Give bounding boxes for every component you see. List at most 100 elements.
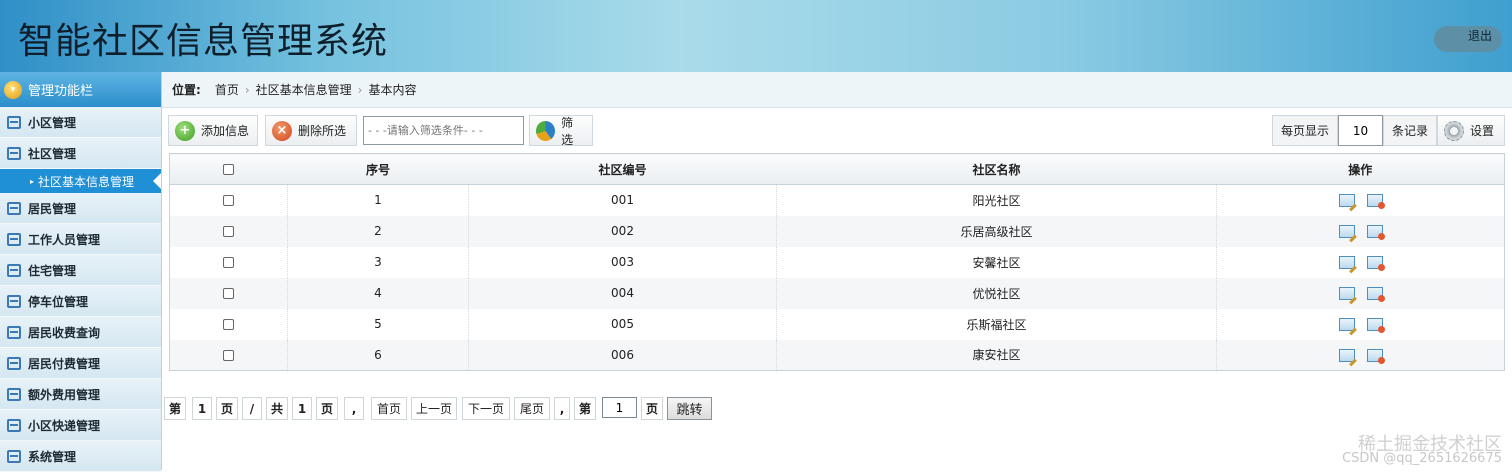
sidebar-item-label: 额外费用管理 [28,386,100,403]
calendar-icon [7,388,21,401]
row-checkbox[interactable] [223,226,234,237]
cell-code: 001 [469,185,777,216]
list-icon [7,116,21,129]
breadcrumb-community[interactable]: 社区基本信息管理 [256,81,352,98]
delete-row-icon[interactable] [1367,318,1383,331]
row-checkbox[interactable] [223,350,234,361]
edit-icon [7,202,21,215]
cell-name: 康安社区 [777,340,1217,371]
jump-button[interactable]: 跳转 [667,397,712,420]
cell-name: 乐斯福社区 [777,309,1217,340]
cell-actions [1217,278,1505,309]
cell-actions [1217,247,1505,278]
edit-icon[interactable] [1339,349,1355,362]
first-page-button[interactable]: 首页 [371,397,407,420]
sidebar-item-label: 社区管理 [28,145,76,162]
col-header-actions: 操作 [1217,154,1505,185]
calendar-icon [7,450,21,463]
filter-button[interactable]: 筛选 [529,115,593,146]
table-row: 2 002 乐居高级社区 [170,216,1505,247]
filter-button-label: 筛选 [561,114,584,148]
edit-icon[interactable] [1339,194,1355,207]
sidebar-item-extra-fee[interactable]: 额外费用管理 [0,379,161,410]
pager-ye: 页 [216,397,238,420]
triangle-right-icon: ▸ [30,177,34,186]
delete-row-icon[interactable] [1367,194,1383,207]
toolbar: + 添加信息 × 删除所选 筛选 每页显示 条记录 设置 [168,115,1506,147]
data-table: 序号 社区编号 社区名称 操作 1 001 阳光社区 2 002 乐居高级社区 … [169,153,1505,371]
edit-icon[interactable] [1339,256,1355,269]
sidebar-item-label: 工作人员管理 [28,231,100,248]
delete-row-icon[interactable] [1367,287,1383,300]
sidebar-item-label: 小区管理 [28,114,76,131]
sidebar-item-parking[interactable]: 停车位管理 [0,286,161,317]
breadcrumb: 位置: 首页 › 社区基本信息管理 › 基本内容 [162,72,1512,108]
col-header-code: 社区编号 [469,154,777,185]
next-page-button[interactable]: 下一页 [462,397,510,420]
delete-icon: × [272,121,292,141]
cell-code: 005 [469,309,777,340]
cell-no: 4 [288,278,469,309]
row-checkbox[interactable] [223,288,234,299]
sidebar-item-payment[interactable]: 居民付费管理 [0,348,161,379]
row-select-cell [170,216,288,247]
sidebar-item-shequ[interactable]: 社区管理 [0,138,161,169]
delete-selected-button[interactable]: × 删除所选 [265,115,357,146]
pager-di: 第 [164,397,186,420]
sidebar-item-xiaoqu[interactable]: 小区管理 [0,107,161,138]
breadcrumb-current: 基本内容 [368,81,416,98]
cell-code: 002 [469,216,777,247]
breadcrumb-home[interactable]: 首页 [215,81,239,98]
delete-row-icon[interactable] [1367,349,1383,362]
cell-actions [1217,185,1505,216]
select-all-checkbox[interactable] [223,164,234,175]
sidebar-header: ▾ 管理功能栏 [0,72,161,107]
sidebar-item-jumin[interactable]: 居民管理 [0,193,161,224]
chevron-right-icon: › [245,83,250,97]
cell-name: 优悦社区 [777,278,1217,309]
row-checkbox[interactable] [223,195,234,206]
row-checkbox[interactable] [223,257,234,268]
edit-icon[interactable] [1339,318,1355,331]
col-header-name: 社区名称 [777,154,1217,185]
sidebar-item-housing[interactable]: 住宅管理 [0,255,161,286]
table-header-row: 序号 社区编号 社区名称 操作 [170,154,1505,185]
row-select-cell [170,309,288,340]
watermark-line2: CSDN @qq_2651626675 [1342,452,1502,466]
edit-icon[interactable] [1339,225,1355,238]
cell-no: 1 [288,185,469,216]
sidebar-item-label: 居民收费查询 [28,324,100,341]
add-button[interactable]: + 添加信息 [168,115,258,146]
comment-icon [7,147,21,160]
delete-row-icon[interactable] [1367,225,1383,238]
row-checkbox[interactable] [223,319,234,330]
edit-icon[interactable] [1339,287,1355,300]
delete-button-label: 删除所选 [298,122,346,139]
sidebar-subitem-shequ-info[interactable]: ▸社区基本信息管理 [0,169,161,193]
goto-page-input[interactable] [602,397,637,418]
logout-button[interactable]: 退出 [1434,26,1502,52]
settings-button[interactable]: 设置 [1437,115,1505,146]
sidebar-item-fee-query[interactable]: 居民收费查询 [0,317,161,348]
calendar-icon [7,233,21,246]
delete-row-icon[interactable] [1367,256,1383,269]
per-page-input[interactable] [1338,115,1383,146]
last-page-button[interactable]: 尾页 [514,397,550,420]
pager-current-page: 1 [192,397,212,420]
per-page-label: 每页显示 [1272,115,1338,146]
row-select-cell [170,278,288,309]
prev-page-button[interactable]: 上一页 [411,397,457,420]
calendar-icon [7,295,21,308]
select-all-header [170,154,288,185]
sidebar-item-express[interactable]: 小区快递管理 [0,410,161,441]
sidebar-item-staff[interactable]: 工作人员管理 [0,224,161,255]
filter-input[interactable] [363,116,524,145]
sidebar-item-system[interactable]: 系统管理 [0,441,161,472]
table-row: 3 003 安馨社区 [170,247,1505,278]
chevron-right-icon: › [358,83,363,97]
cell-no: 3 [288,247,469,278]
gear-icon [1444,121,1464,141]
calendar-icon [7,264,21,277]
app-header: 智能社区信息管理系统 退出 [0,0,1512,72]
table-row: 6 006 康安社区 [170,340,1505,371]
